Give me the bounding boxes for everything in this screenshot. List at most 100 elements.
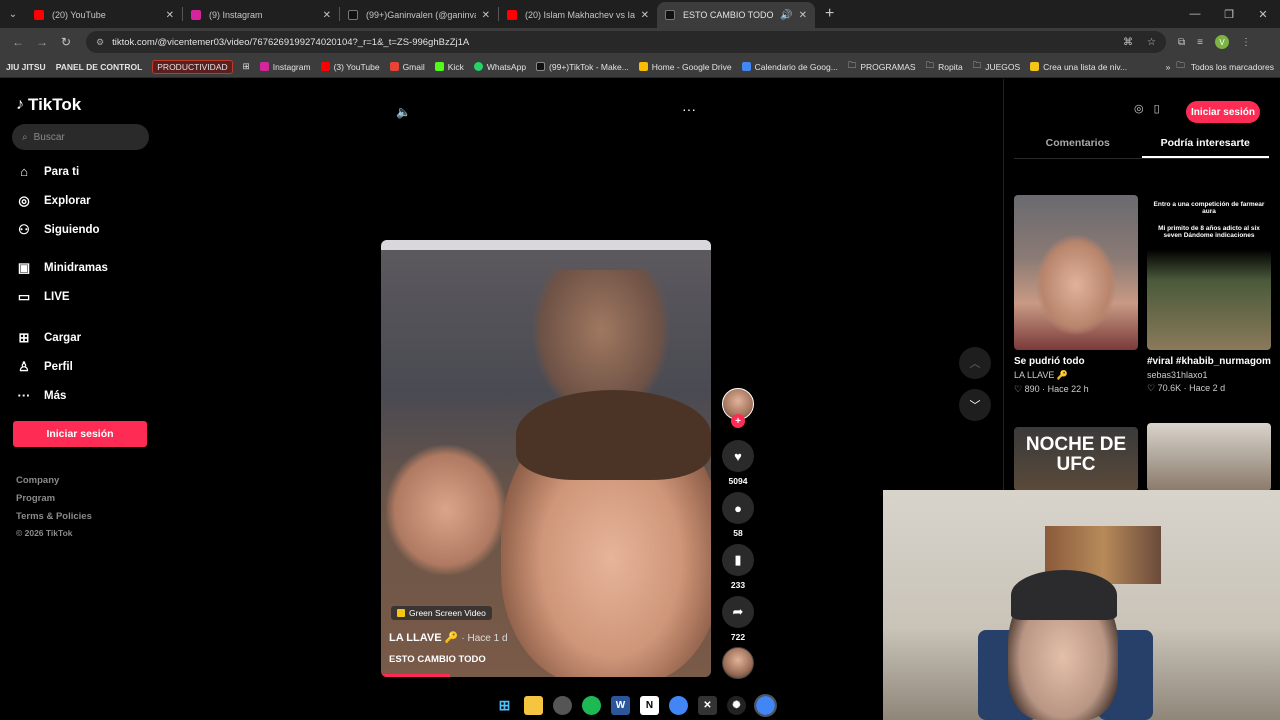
restore-icon[interactable]: ❐ (1212, 0, 1246, 28)
sidebar-item-explorar[interactable]: ◎ Explorar (16, 193, 90, 209)
app-icon[interactable] (553, 695, 572, 715)
bookmark-folder-ropita[interactable]: 🗀 Ropita (926, 60, 963, 74)
close-tab-icon[interactable]: ✕ (482, 10, 490, 21)
bookmark-instagram[interactable]: Instagram (259, 62, 311, 72)
bookmark-panel-control[interactable]: PANEL DE CONTROL (56, 62, 143, 72)
apps-grid-icon[interactable]: ⊞ (243, 61, 250, 72)
recommended-card[interactable] (1147, 423, 1271, 491)
save-button[interactable]: ▮ (722, 544, 754, 576)
tab-podria-interesarte[interactable]: Podría interesarte (1141, 137, 1269, 158)
chrome-icon[interactable] (669, 695, 688, 715)
tab-search-icon[interactable]: ⌄ (0, 0, 26, 28)
bookmark-google-drive[interactable]: Home - Google Drive (638, 62, 732, 72)
windows-taskbar: ⊞ W N ✕ ✺ (495, 691, 777, 719)
file-explorer-icon[interactable] (524, 695, 543, 715)
card-face (1036, 235, 1116, 335)
tab-comentarios[interactable]: Comentarios (1014, 137, 1142, 158)
forward-icon[interactable]: → (30, 35, 54, 49)
tiktok-logo[interactable]: ♪ TikTok (16, 95, 81, 115)
bookmark-productividad[interactable]: PRODUCTIVIDAD (152, 59, 233, 74)
bookmark-kick[interactable]: Kick (434, 62, 464, 72)
close-tab-icon[interactable]: ✕ (641, 10, 649, 21)
chrome-active-icon[interactable] (754, 693, 777, 717)
login-button[interactable]: Iniciar sesión (13, 421, 147, 447)
back-icon[interactable]: ← (6, 35, 30, 49)
recommended-card[interactable]: NOCHE DE UFC (1014, 427, 1138, 491)
bookmark-tiktok[interactable]: (99+)TikTok - Make... (536, 62, 629, 72)
bookmark-google-calendar[interactable]: Calendario de Goog... (741, 62, 838, 72)
translate-icon[interactable]: ⌘ (1123, 37, 1133, 48)
video-options-icon[interactable]: ··· (682, 101, 696, 117)
video-progress-bar[interactable] (381, 674, 451, 677)
recommended-card[interactable]: Entro a una competición de farmear aura … (1147, 195, 1271, 394)
media-control-icon[interactable]: ≡ (1197, 37, 1203, 48)
sidebar-item-siguiendo[interactable]: ⚇ Siguiendo (16, 222, 99, 238)
bookmark-folder-programas[interactable]: 🗀 PROGRAMAS (848, 60, 916, 74)
bookmark-jiu-jitsu[interactable]: JIU JITSU (6, 62, 46, 72)
video-player[interactable]: Green Screen Video LA LLAVE 🔑 · Hace 1 d… (381, 240, 711, 677)
green-screen-badge[interactable]: Green Screen Video (391, 606, 492, 620)
coins-icon[interactable]: ◎ (1134, 102, 1144, 115)
site-info-icon[interactable]: ⚙ (96, 37, 104, 48)
profile-avatar-icon[interactable]: V (1214, 35, 1229, 49)
bookmark-star-icon[interactable]: ☆ (1147, 37, 1156, 48)
previous-video-button[interactable]: ︿ (959, 347, 991, 379)
windows-start-icon[interactable]: ⊞ (495, 696, 514, 715)
notion-icon[interactable]: N (640, 695, 659, 715)
header-login-button[interactable]: Iniciar sesión (1186, 101, 1260, 123)
close-window-icon[interactable]: ✕ (1246, 0, 1280, 28)
browser-tab-instagram[interactable]: (9) Instagram ✕ (183, 2, 339, 28)
bookmark-youtube[interactable]: (3) YouTube (320, 62, 380, 72)
sound-disc-avatar[interactable] (722, 647, 754, 679)
like-button[interactable]: ♥ (722, 440, 754, 472)
all-bookmarks-link[interactable]: Todos los marcadores (1191, 62, 1274, 72)
footer-link-terms[interactable]: Terms & Policies (16, 511, 92, 522)
browser-tab-youtube[interactable]: (20) YouTube ✕ (26, 2, 182, 28)
chrome-menu-icon[interactable]: ⋮ (1241, 37, 1251, 48)
sidebar-item-minidramas[interactable]: ▣ Minidramas (16, 260, 108, 276)
recommended-card[interactable]: Se pudrió todo LA LLAVE 🔑 ♡ 890 · Hace 2… (1014, 195, 1138, 395)
card-thumbnail (1014, 195, 1138, 350)
sidebar-item-cargar[interactable]: ⊞ Cargar (16, 330, 82, 346)
browser-tab-active-tiktok[interactable]: ESTO CAMBIO TODO | pata 🔊 ✕ (657, 2, 815, 28)
follow-plus-icon[interactable]: + (731, 414, 745, 428)
capcut-icon[interactable]: ✕ (698, 695, 717, 715)
reload-icon[interactable]: ↻ (54, 35, 78, 49)
browser-tab-tiktok-ganinvalen[interactable]: (99+)Ganinvalen (@ganinvalen ✕ (340, 2, 498, 28)
footer-link-company[interactable]: Company (16, 475, 59, 486)
device-icon[interactable]: ▯ (1154, 102, 1160, 115)
comment-button[interactable]: ● (722, 492, 754, 524)
bookmark-whatsapp[interactable]: WhatsApp (473, 61, 527, 72)
close-tab-icon[interactable]: ✕ (166, 10, 174, 21)
youtube-icon (320, 62, 330, 71)
close-tab-icon[interactable]: ✕ (323, 10, 331, 21)
close-tab-icon[interactable]: ✕ (799, 10, 807, 21)
word-icon[interactable]: W (611, 695, 630, 715)
extensions-icon[interactable]: ⧉ (1178, 37, 1185, 48)
next-video-button[interactable]: ﹀ (959, 389, 991, 421)
bookmark-tier-list[interactable]: Crea una lista de niv... (1030, 62, 1127, 72)
bookmark-gmail[interactable]: Gmail (389, 62, 425, 72)
bookmark-folder-juegos[interactable]: 🗀 JUEGOS (973, 60, 1020, 74)
bookmark-label: WhatsApp (486, 61, 527, 72)
share-button[interactable]: ➦ (722, 596, 754, 628)
search-input[interactable]: ⌕ Buscar (12, 124, 149, 150)
browser-tab-youtube-islam[interactable]: (20) Islam Makhachev vs Ian M ✕ (499, 2, 657, 28)
card-likes: 890 (1024, 384, 1040, 394)
video-author[interactable]: LA LLAVE 🔑 · Hace 1 d (389, 631, 508, 644)
speaker-icon[interactable]: 🔊 (780, 10, 792, 21)
volume-icon[interactable]: 🔈 (396, 105, 411, 119)
copyright-text: © 2026 TikTok (16, 528, 73, 538)
sidebar-item-para-ti[interactable]: ⌂ Para ti (16, 164, 79, 179)
chatgpt-icon[interactable]: ✺ (727, 695, 746, 715)
address-bar[interactable]: ⚙ tiktok.com/@vicentemer03/video/7676269… (86, 31, 1166, 53)
new-tab-icon[interactable]: + (825, 5, 834, 23)
footer-link-program[interactable]: Program (16, 493, 55, 504)
minimize-icon[interactable]: — (1178, 0, 1212, 28)
bookmarks-overflow-icon[interactable]: » (1166, 62, 1171, 72)
spotify-icon[interactable] (582, 695, 601, 715)
share-count: 722 (730, 632, 746, 642)
sidebar-item-live[interactable]: ▭ LIVE (16, 289, 70, 305)
sidebar-item-mas[interactable]: ··· Más (16, 388, 67, 403)
sidebar-item-perfil[interactable]: ♙ Perfil (16, 359, 73, 375)
